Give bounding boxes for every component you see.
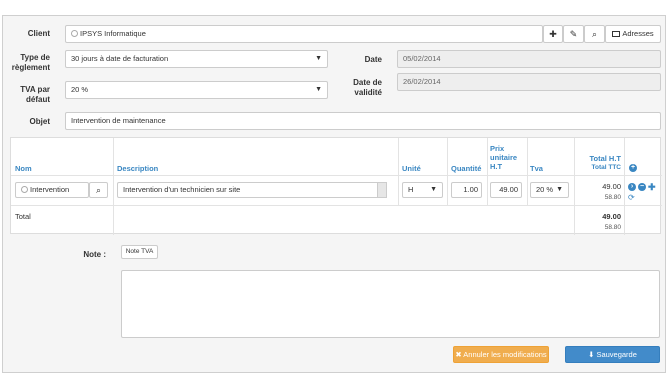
save-label: Sauvegarde [596,350,637,359]
line-total-ttc: 58.80 [604,194,621,201]
col-header-quantite: Quantité [451,164,482,173]
line-unit-select[interactable]: H ▼ [402,182,443,198]
edit-client-button[interactable]: ✎ [563,25,584,43]
remove-line-icon[interactable]: − [638,183,646,191]
line-price-input[interactable]: 49.00 [490,182,522,198]
reglement-select[interactable]: 30 jours à date de facturation ▼ [65,50,328,68]
add-line-icon[interactable]: + [629,164,637,172]
date-field[interactable]: 05/02/2014 [397,50,661,68]
search-icon: ⌕ [95,185,102,195]
total-ht: 49.00 [602,212,621,221]
move-up-icon[interactable]: › [628,183,636,191]
chevron-down-icon: ▼ [315,86,322,93]
edit-icon: ✎ [569,29,578,39]
radio-icon [21,186,28,193]
line-description-value: Intervention d'un technicien sur site [123,185,241,194]
row-divider [11,205,662,206]
envelope-icon [612,30,621,37]
col-divider [624,138,625,235]
addresses-button[interactable]: Adresses [605,25,661,43]
line-unit-value: H [408,185,414,194]
col-header-prix: Prix unitaire H.T [490,144,518,171]
textarea-resize-handle[interactable] [377,182,387,198]
col-header-nom: Nom [15,164,32,173]
validite-field[interactable]: 26/02/2014 [397,73,661,91]
chevron-down-icon: ▼ [556,186,563,193]
line-quantity-input[interactable]: 1.00 [451,182,482,198]
validite-label: Date de validité [353,78,382,97]
line-tva-value: 20 % [536,185,554,194]
chevron-down-icon: ▼ [430,186,437,193]
refresh-icon[interactable]: ⟳ [628,193,635,202]
objet-label: Objet [29,117,50,126]
reglement-value: 30 jours à date de facturation [71,54,169,63]
objet-value: Intervention de maintenance [71,116,166,125]
search-icon: ⌕ [591,29,598,39]
total-ttc: 58.80 [604,224,621,231]
save-button[interactable]: ⬇ Sauvegarde [565,346,660,363]
header-divider [11,175,662,176]
tva-default-value: 20 % [71,85,89,94]
tva-default-select[interactable]: 20 % ▼ [65,81,328,99]
line-quantity-value: 1.00 [463,185,478,194]
line-total-ht: 49.00 [602,182,621,191]
col-header-tva: Tva [530,164,543,173]
cancel-label: Annuler les modifications [463,350,547,359]
note-tva-label: Note TVA [125,248,154,255]
move-icon[interactable]: ✚ [648,182,656,193]
lines-table: Nom Description Unité Quantité Prix unita… [10,137,662,235]
client-label: Client [27,29,50,38]
search-product-button[interactable]: ⌕ [89,182,108,198]
chevron-down-icon: ▼ [315,55,322,62]
plus-icon: ✚ [549,29,557,39]
line-price-value: 49.00 [499,185,518,194]
col-header-unite: Unité [402,164,421,173]
line-product-input[interactable]: Intervention [15,182,89,198]
line-tva-select[interactable]: 20 % ▼ [530,182,569,198]
col-header-total: Total H.T Total TTC [589,154,621,171]
col-divider [527,138,528,205]
col-divider [398,138,399,205]
cancel-changes-button[interactable]: ✖ Annuler les modifications [453,346,549,363]
client-value: IPSYS Informatique [80,29,146,38]
objet-input[interactable]: Intervention de maintenance [65,112,661,130]
note-label: Note : [83,250,106,259]
note-textarea[interactable] [121,270,660,338]
add-client-button[interactable]: ✚ [543,25,563,43]
note-tva-button[interactable]: Note TVA [121,245,158,259]
reglement-label: Type de règlement [11,53,50,72]
addresses-label: Adresses [622,29,654,38]
line-product-value: Intervention [30,185,70,194]
validite-value: 26/02/2014 [403,77,441,86]
radio-icon [71,30,78,37]
col-divider [487,138,488,205]
date-label: Date [364,55,382,64]
client-input[interactable]: IPSYS Informatique [65,25,543,43]
date-value: 05/02/2014 [403,54,441,63]
col-divider [113,138,114,235]
col-divider [447,138,448,205]
line-description-input[interactable]: Intervention d'un technicien sur site [117,182,387,198]
col-divider [574,138,575,235]
col-header-description: Description [117,164,159,173]
tva-default-label: TVA par défaut [20,85,50,104]
search-client-button[interactable]: ⌕ [584,25,605,43]
total-label: Total [15,212,31,221]
